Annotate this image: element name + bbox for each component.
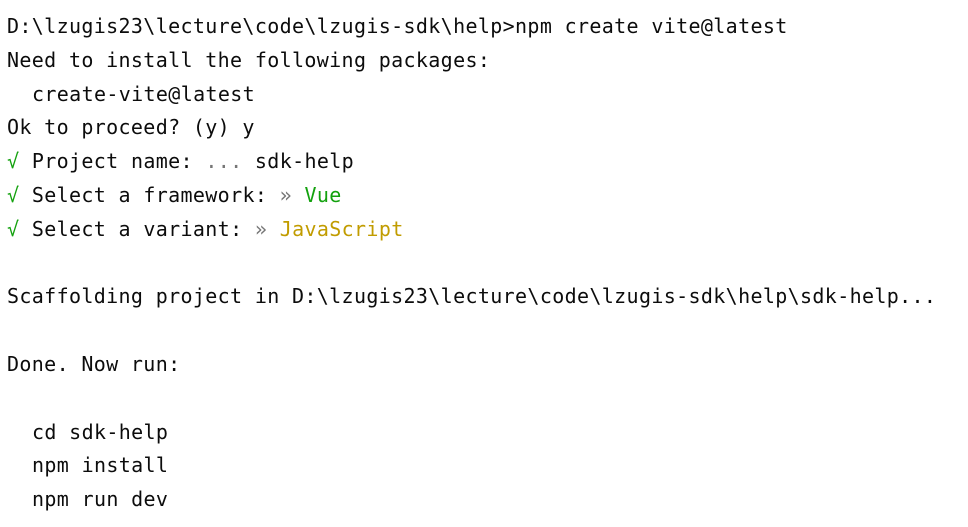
variant-value: JavaScript — [279, 216, 404, 241]
arrow-icon: » — [279, 182, 293, 207]
next-command-dev: npm run dev — [32, 487, 169, 512]
check-icon: √ — [7, 216, 20, 241]
framework-label: Select a framework: — [31, 182, 268, 207]
proceed-prompt: Ok to proceed? (y) y — [7, 115, 255, 140]
variant-line: √ Select a variant: » JavaScript — [7, 213, 968, 247]
framework-value: Vue — [304, 182, 342, 207]
next-command-cd: cd sdk-help — [32, 419, 169, 444]
terminal-window[interactable]: D:\lzugis23\lecture\code\lzugis-sdk\help… — [0, 0, 968, 527]
check-icon: √ — [7, 149, 20, 174]
arrow-icon: » — [254, 216, 268, 241]
project-name-label: Project name: — [31, 149, 193, 174]
project-name-value: sdk-help — [254, 149, 355, 174]
next-command-install: npm install — [32, 453, 169, 478]
framework-line: √ Select a framework: » Vue — [7, 179, 968, 213]
project-name-line: √ Project name: ... sdk-help — [7, 145, 968, 179]
scaffolding-message: Scaffolding project in D:\lzugis23\lectu… — [7, 284, 937, 309]
install-notice: Need to install the following packages: — [7, 47, 491, 72]
variant-label: Select a variant: — [31, 216, 243, 241]
command-line: D:\lzugis23\lecture\code\lzugis-sdk\help… — [7, 14, 788, 38]
project-name-dots: ... — [205, 149, 243, 174]
done-message: Done. Now run: — [7, 351, 181, 376]
check-icon: √ — [7, 182, 20, 207]
package-name: create-vite@latest — [32, 81, 256, 106]
